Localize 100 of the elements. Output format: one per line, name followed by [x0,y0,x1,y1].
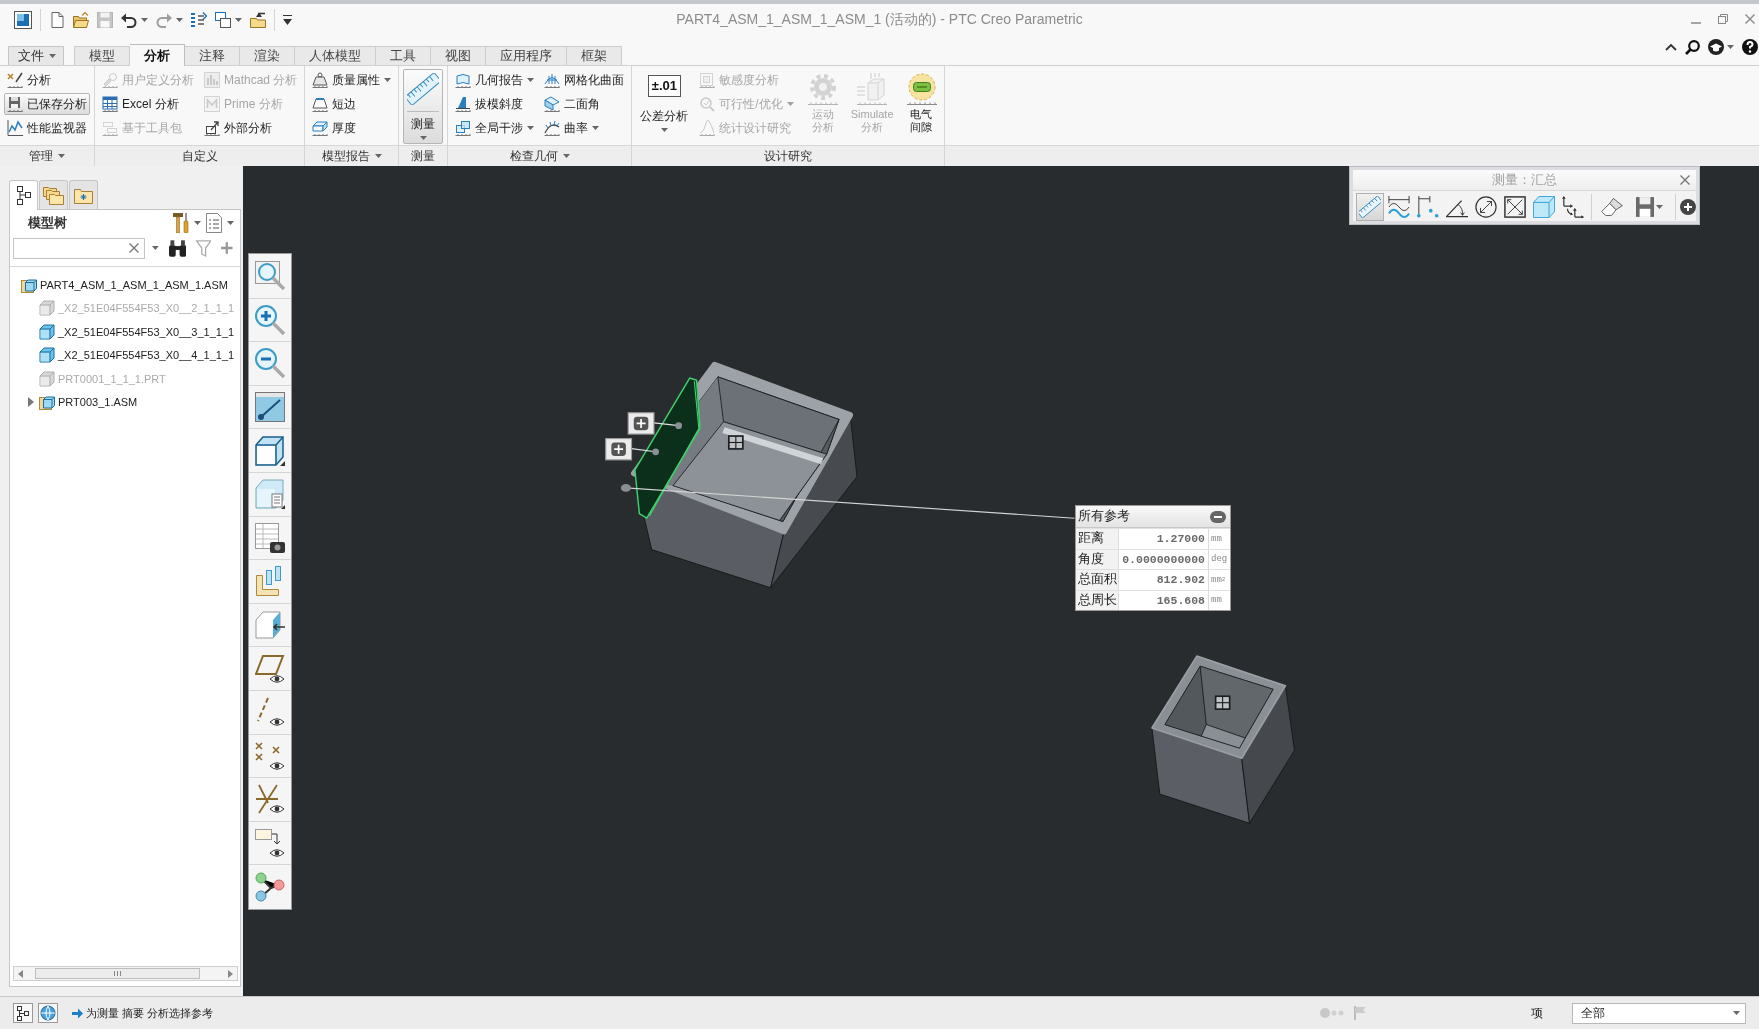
caret-icon[interactable] [235,18,242,22]
collapse-icon[interactable] [1210,510,1226,523]
ribbon-tab[interactable]: 渲染 [240,46,295,65]
close-icon[interactable] [1745,14,1755,24]
eraser-icon[interactable] [1601,197,1623,216]
open-folder-icon[interactable] [73,12,89,28]
cube-list-icon[interactable] [255,479,285,510]
restore-icon[interactable] [1718,14,1728,24]
zoom-out-icon[interactable] [255,348,285,379]
note-eye-icon[interactable] [255,828,285,858]
ribbon-tab[interactable]: 分析 [130,44,185,66]
bell-curve-icon [699,120,716,136]
ribbon-tab[interactable]: 视图 [431,46,486,65]
cube-arrow-icon[interactable] [255,610,285,641]
group-menu-button[interactable]: 管理 [0,145,94,166]
plus-marker-icon[interactable] [627,412,655,435]
ribbon-tab[interactable]: 框架 [567,46,622,65]
ribbon-button[interactable]: 全局干涉 [452,117,538,139]
dialog-title: 测量：汇总 [1492,171,1557,189]
floppy-icon[interactable] [1636,196,1654,217]
plane-eye-icon[interactable] [255,653,285,684]
ribbon-button[interactable]: 几何报告 [452,69,538,91]
nodes-icon[interactable] [255,872,285,903]
status-message: 为测量 摘要 分析选择参考 [86,1005,214,1021]
search-icon[interactable] [1685,39,1700,55]
file-menu-button[interactable]: 文件 [8,46,64,65]
blocks-icon [102,120,118,136]
tree-item[interactable]: PRT003_1.ASM [58,396,138,409]
caret-icon[interactable] [1656,204,1663,209]
add-icon[interactable] [1680,198,1696,215]
new-file-icon[interactable] [49,12,65,28]
cube-icon [39,300,55,317]
list-arrows-icon[interactable] [191,12,207,28]
caret-icon [419,136,427,140]
graduation-cap-icon[interactable] [1708,39,1724,55]
ribbon-button[interactable]: 电气间隙 [903,69,940,144]
caret-icon[interactable] [152,246,159,250]
binoculars-icon[interactable] [168,239,187,257]
points-eye-icon[interactable] [255,740,285,771]
search-field[interactable] [13,237,145,259]
scroll-left-icon[interactable] [18,969,23,978]
help-icon[interactable] [1742,39,1758,55]
table-camera-icon[interactable] [255,522,285,553]
ribbon-button[interactable]: 曲率 [541,117,628,139]
cube-icon[interactable] [255,435,285,466]
group-menu-button[interactable]: 模型报告 [305,145,399,166]
ribbon-tab[interactable]: 模型 [74,46,130,65]
plus-marker-icon[interactable] [605,438,633,461]
ribbon-button[interactable]: 外部分析 [201,117,301,139]
expand-arrow-icon[interactable] [28,397,34,408]
caret-icon[interactable] [141,18,148,22]
close-icon[interactable] [1680,175,1690,185]
ribbon-button[interactable]: 质量属性 [309,69,395,91]
zoom-in-icon[interactable] [255,304,285,335]
folder-arrow-icon[interactable] [250,12,266,28]
tree-item[interactable]: _X2_51E04F554F53_X0__4_1_1_1 [58,349,235,362]
ribbon-button[interactable]: 二面角 [541,93,628,115]
ribbon-button[interactable]: 拔模斜度 [452,93,538,115]
ribbon-button[interactable]: Excel 分析 [99,93,197,115]
app-icon[interactable] [14,11,32,29]
tools-icon[interactable] [173,213,189,233]
zoom-fit-icon[interactable] [255,261,285,292]
ribbon-button[interactable]: 已保存分析 [4,93,90,115]
ribbon-tab[interactable]: 注释 [185,46,240,65]
panel-tab[interactable] [9,180,38,210]
plus-icon[interactable] [221,242,233,254]
cube-icon [1533,195,1555,218]
caret-icon[interactable] [194,221,201,225]
axes-eye-icon[interactable] [255,784,285,815]
ribbon-button[interactable]: ±.01 公差分析 [636,69,693,144]
ribbon-tab[interactable]: 工具 [376,46,431,65]
ribbon-button[interactable]: 性能监视器 [4,117,90,139]
ribbon-button[interactable]: 测量 [403,69,444,144]
ribbon-button[interactable]: 网格化曲面 [541,69,628,91]
gauge-tile-icon[interactable] [255,392,285,423]
filter-dropdown[interactable]: 全部 [1572,1002,1746,1024]
caret-icon[interactable] [227,221,234,225]
list-icon[interactable] [206,213,222,233]
globe-icon[interactable] [38,1003,58,1023]
windows-icon[interactable] [215,12,231,28]
ribbon-tab[interactable]: 应用程序 [486,46,567,65]
scroll-right-icon[interactable] [228,969,233,978]
tree-item[interactable]: _X2_51E04F554F53_X0__3_1_1_1 [58,325,235,338]
ribbon-button[interactable]: 分析 [4,69,90,91]
axis-eye-icon[interactable] [255,697,285,728]
external-arrow-icon [204,120,220,136]
ribbon-button[interactable]: 短边 [309,93,395,115]
clear-icon[interactable] [129,243,139,253]
customize-caret-icon[interactable] [283,15,292,25]
group-menu-button[interactable]: 检查几何 [448,145,632,166]
scrollbar-thumb[interactable] [35,968,200,979]
gear-icon [806,73,839,105]
field-value: 812.902 [1119,570,1209,590]
collapse-icon[interactable] [1665,43,1677,51]
ribbon-button[interactable]: 厚度 [309,117,395,139]
ribbon-tab[interactable]: 人体模型 [295,46,376,65]
tree-item[interactable]: PART4_ASM_1_ASM_1_ASM_1.ASM [40,278,228,291]
table-icon [102,96,118,112]
tree-view-icon[interactable] [13,1003,33,1023]
undo-icon[interactable] [121,12,137,28]
